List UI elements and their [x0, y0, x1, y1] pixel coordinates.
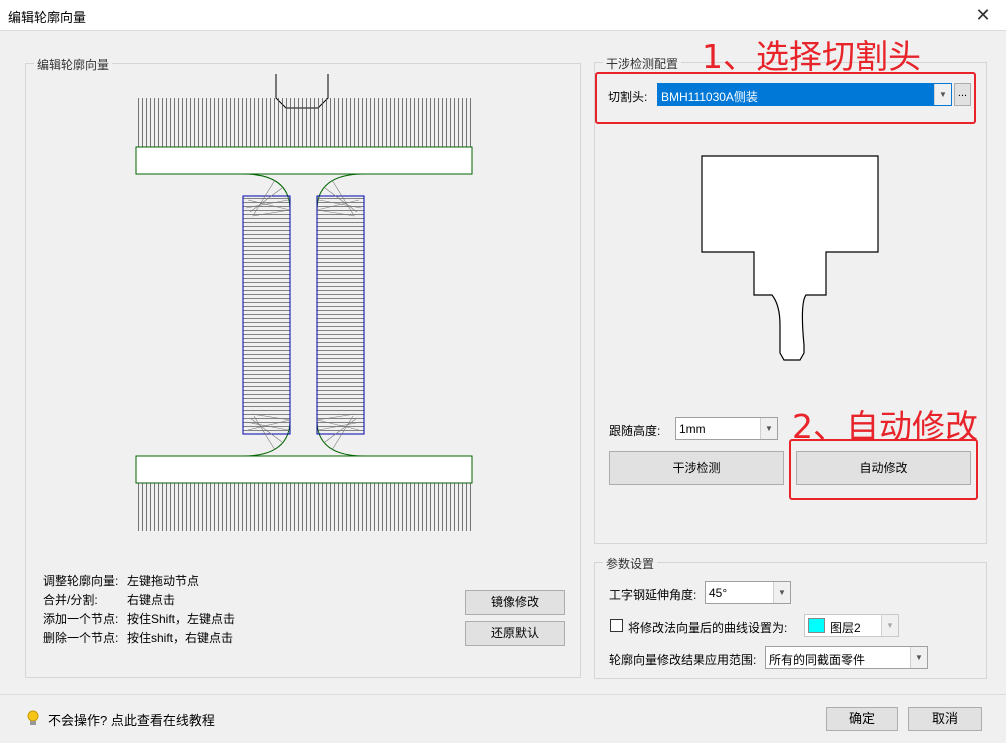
- lightbulb-icon: [27, 710, 39, 725]
- top-flange[interactable]: [135, 146, 473, 175]
- mirror-button-label: 镜像修改: [490, 595, 539, 609]
- help-val-delete: 按住shift，右键点击: [127, 631, 234, 645]
- follow-height-label: 跟随高度:: [609, 424, 661, 438]
- cancel-button[interactable]: 取消: [908, 707, 982, 731]
- follow-height-select[interactable]: 1mm ▼: [675, 417, 778, 440]
- cutter-preview: [701, 155, 879, 361]
- angle-value: 45°: [709, 586, 728, 600]
- ok-button-label: 确定: [848, 711, 875, 726]
- annotation-box-step2: [789, 439, 978, 500]
- chevron-down-icon: ▼: [773, 582, 790, 603]
- help-key-delete: 删除一个节点:: [43, 631, 119, 645]
- tutorial-link[interactable]: 不会操作? 点此查看在线教程: [48, 710, 215, 729]
- interference-check-label: 干涉检测: [672, 461, 721, 475]
- angle-select[interactable]: 45° ▼: [705, 581, 791, 604]
- footer-bar: 不会操作? 点此查看在线教程 确定 取消: [0, 694, 1006, 743]
- chevron-down-icon: ▼: [760, 418, 777, 439]
- bottom-flange-vectors: [136, 483, 472, 531]
- help-key-add: 添加一个节点:: [43, 612, 119, 626]
- params-legend: 参数设置: [603, 555, 658, 572]
- scope-value: 所有的同截面零件: [769, 653, 866, 667]
- follow-height-value: 1mm: [679, 422, 706, 436]
- layer-value: 图层2: [830, 621, 861, 635]
- top-flange-vectors: [136, 98, 472, 147]
- annotation-box-step1: [595, 72, 976, 124]
- annotation-step1: 1、选择切割头: [702, 37, 921, 76]
- help-key-merge: 合并/分割:: [43, 593, 98, 607]
- web-right-vectors: [316, 195, 365, 435]
- window-title: 编辑轮廓向量: [8, 10, 87, 25]
- curve-layer-checkbox-label: 将修改法向量后的曲线设置为:: [628, 621, 788, 635]
- mirror-button[interactable]: 镜像修改: [465, 590, 565, 615]
- web-left-vectors: [242, 195, 291, 435]
- restore-button-label: 还原默认: [490, 626, 539, 640]
- angle-label: 工字钢延伸角度:: [609, 588, 697, 602]
- help-val-add: 按住Shift，左键点击: [127, 612, 236, 626]
- cancel-button-label: 取消: [931, 711, 958, 726]
- help-val-merge: 右键点击: [127, 593, 176, 607]
- layer-select[interactable]: 图层2 ▼: [804, 614, 899, 637]
- layer-color-swatch: [808, 618, 825, 633]
- profile-editor-legend: 编辑轮廓向量: [34, 56, 113, 73]
- ok-button[interactable]: 确定: [826, 707, 898, 731]
- scope-select[interactable]: 所有的同截面零件 ▼: [765, 646, 928, 669]
- scope-label: 轮廓向量修改结果应用范围:: [609, 653, 757, 667]
- help-val-adjust: 左键拖动节点: [127, 574, 200, 588]
- restore-default-button[interactable]: 还原默认: [465, 621, 565, 646]
- chevron-down-icon: ▼: [910, 647, 927, 668]
- bottom-flange[interactable]: [135, 455, 473, 484]
- interference-legend: 干涉检测配置: [603, 55, 682, 72]
- profile-canvas[interactable]: [130, 70, 480, 540]
- close-button[interactable]: ✕: [972, 4, 994, 26]
- interference-check-button[interactable]: 干涉检测: [609, 451, 784, 485]
- curve-layer-checkbox[interactable]: [610, 619, 623, 632]
- title-bar: 编辑轮廓向量 ✕: [0, 0, 1006, 31]
- chevron-down-icon: ▼: [881, 615, 898, 636]
- help-key-adjust: 调整轮廓向量:: [43, 574, 119, 588]
